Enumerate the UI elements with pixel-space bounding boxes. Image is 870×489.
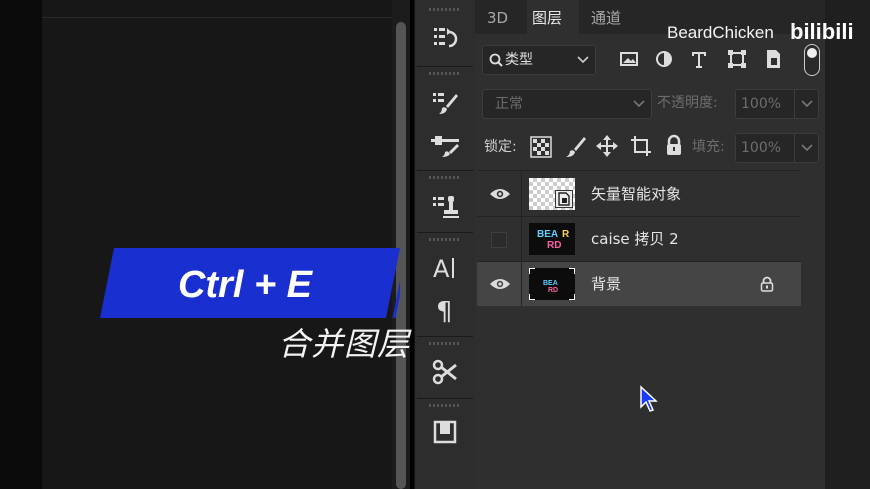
lock-label: 锁定: (484, 139, 517, 155)
layer-row-background[interactable]: BEA RD 背景 (477, 262, 801, 306)
svg-text:RD: RD (547, 240, 561, 251)
grip-handle[interactable] (429, 176, 459, 179)
pixel-layer-filter-icon[interactable] (619, 50, 639, 68)
shape-layer-filter-icon[interactable] (727, 50, 747, 68)
svg-text:RD: RD (548, 287, 558, 294)
layer-lock-icon (760, 276, 774, 292)
grip-handle[interactable] (429, 342, 459, 345)
layer-filter-select[interactable]: 类型 (482, 45, 596, 75)
chevron-down-icon (633, 100, 645, 108)
svg-text:R: R (562, 229, 570, 240)
tab-channels[interactable]: 通道 (591, 0, 631, 34)
svg-text:BEA: BEA (537, 229, 558, 240)
chevron-down-icon[interactable] (801, 144, 813, 152)
svg-text:A: A (433, 255, 450, 283)
svg-text:¶: ¶ (436, 297, 453, 325)
layer-name[interactable]: caise 拷贝 2 (591, 217, 679, 261)
blend-mode-select[interactable]: 正常 (482, 89, 652, 119)
opacity-field[interactable]: 100% (735, 89, 819, 119)
grip-handle[interactable] (429, 404, 459, 407)
lock-image-pixels-icon[interactable] (564, 135, 586, 159)
visibility-eye-icon[interactable] (489, 276, 511, 292)
visibility-eye-icon[interactable] (489, 186, 511, 202)
smart-object-filter-icon[interactable] (764, 49, 782, 69)
layer-name[interactable]: 矢量智能对象 (591, 172, 681, 216)
canvas-divider (42, 17, 392, 18)
fill-value: 100% (741, 140, 782, 156)
svg-text:BEA: BEA (543, 280, 558, 287)
layer-thumbnail: BEA RD R (529, 223, 575, 255)
panel-icon-strip: A ¶ (414, 0, 476, 489)
smart-object-badge-icon (555, 190, 573, 208)
tool-presets-icon[interactable] (421, 352, 469, 392)
layer-name[interactable]: 背景 (591, 262, 621, 306)
adjustment-layer-filter-icon[interactable] (655, 50, 673, 68)
tab-layers[interactable]: 图层 (527, 0, 579, 34)
blend-mode-value: 正常 (495, 96, 523, 112)
notes-icon[interactable] (421, 412, 469, 452)
layer-thumbnail (529, 178, 575, 210)
grip-handle[interactable] (429, 238, 459, 241)
panel-right-edge (825, 0, 870, 489)
left-edge (0, 0, 42, 489)
search-icon (489, 53, 503, 67)
layer-thumbnail: BEA RD (528, 267, 576, 301)
fill-label: 填充: (692, 139, 725, 155)
layer-row-caise-copy[interactable]: BEA RD R caise 拷贝 2 (477, 217, 801, 261)
visibility-empty-box[interactable] (491, 232, 507, 248)
lock-artboard-icon[interactable] (629, 134, 653, 158)
watermark-author: BeardChicken (667, 23, 774, 42)
type-layer-filter-icon[interactable] (690, 49, 708, 69)
opacity-value: 100% (741, 96, 782, 112)
lock-all-icon[interactable] (665, 134, 683, 156)
opacity-label: 不透明度: (657, 95, 718, 111)
document-canvas[interactable] (42, 0, 392, 489)
fill-field[interactable]: 100% (735, 133, 819, 163)
character-icon[interactable]: A (421, 248, 469, 288)
paragraph-icon[interactable]: ¶ (421, 290, 469, 330)
shortcut-text: Ctrl + E (177, 264, 313, 306)
grip-handle[interactable] (429, 8, 459, 11)
brush-settings-icon[interactable] (421, 124, 469, 164)
grip-handle[interactable] (429, 72, 459, 75)
chevron-down-icon[interactable] (801, 100, 813, 108)
brush-presets-icon[interactable] (421, 82, 469, 122)
shortcut-caption: 合并图层 (277, 325, 410, 363)
history-icon[interactable] (421, 18, 469, 58)
mouse-cursor-icon (640, 385, 658, 412)
clone-source-icon[interactable] (421, 186, 469, 226)
bilibili-logo: bilibili (790, 19, 854, 44)
chevron-down-icon (577, 56, 589, 64)
lock-transparent-pixels-icon[interactable] (530, 136, 552, 158)
layer-row-smart-object[interactable]: 矢量智能对象 (477, 172, 801, 216)
lock-position-icon[interactable] (595, 134, 619, 158)
tab-3d[interactable]: 3D (487, 0, 517, 34)
filter-kind-label: 类型 (505, 52, 533, 68)
